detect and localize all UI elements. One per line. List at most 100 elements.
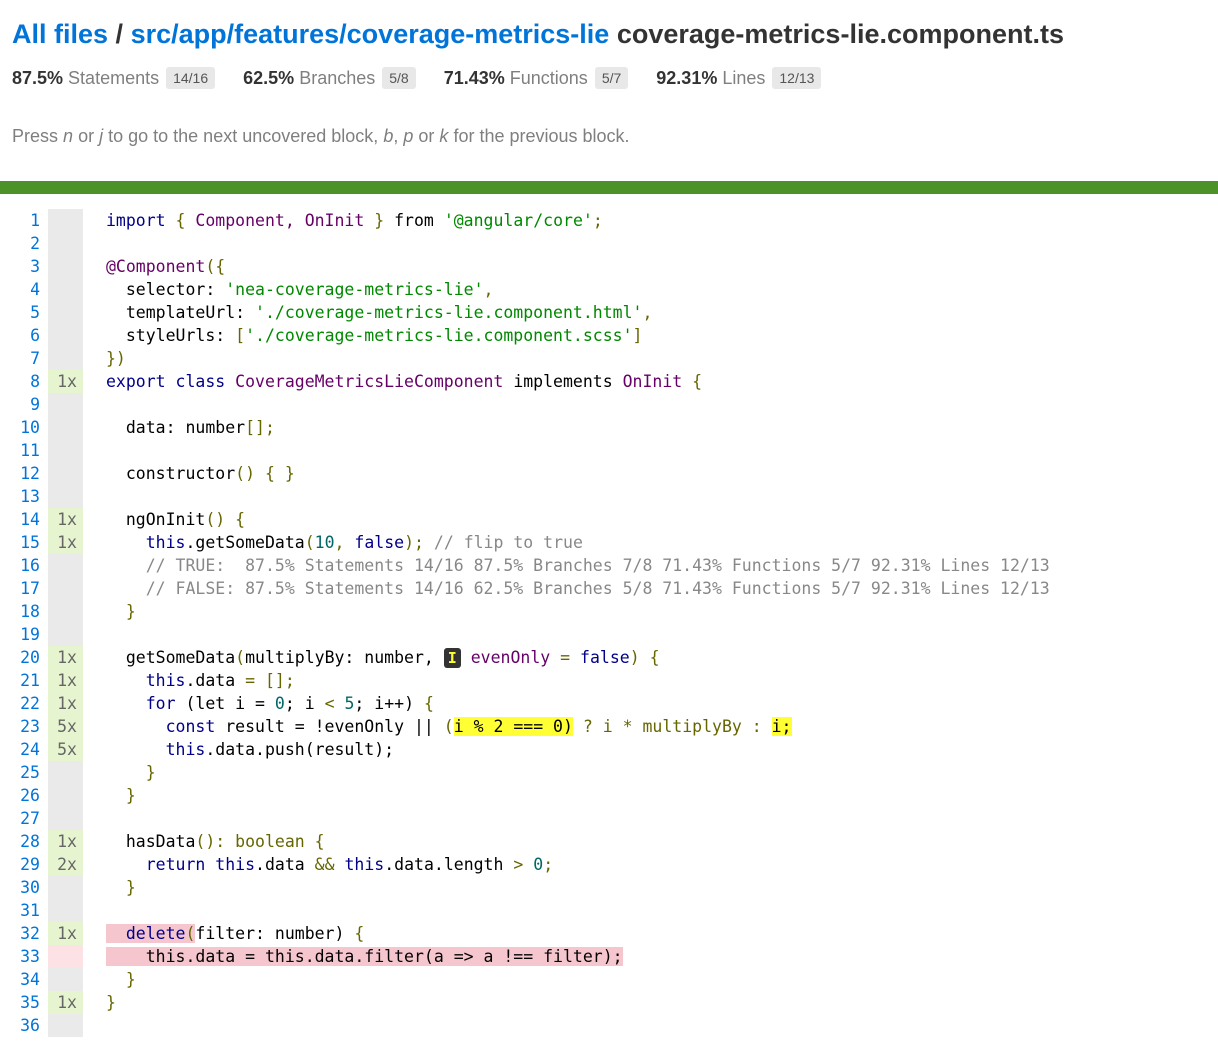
line-number[interactable]: 20 bbox=[0, 646, 48, 669]
code-line: 33 this.data = this.data.filter(a => a !… bbox=[0, 945, 1218, 968]
hit-count bbox=[48, 439, 83, 462]
branch-not-taken-icon: I bbox=[443, 648, 461, 668]
line-number[interactable]: 24 bbox=[0, 738, 48, 761]
line-number[interactable]: 22 bbox=[0, 692, 48, 715]
code-line: 8 1x export class CoverageMetricsLieCompon… bbox=[0, 370, 1218, 393]
all-files-link[interactable]: All files bbox=[12, 19, 108, 49]
line-number[interactable]: 12 bbox=[0, 462, 48, 485]
hit-count: 1x bbox=[48, 830, 83, 853]
line-source: } bbox=[125, 786, 136, 805]
hit-count: 5x bbox=[48, 715, 83, 738]
line-source: constructor() { } bbox=[125, 464, 295, 483]
line-number[interactable]: 9 bbox=[0, 393, 48, 416]
hit-count bbox=[48, 968, 83, 991]
code-line: 32 1x delete(filter: number) { bbox=[0, 922, 1218, 945]
line-source bbox=[83, 232, 106, 255]
line-number[interactable]: 4 bbox=[0, 278, 48, 301]
file-name: coverage-metrics-lie.component.ts bbox=[616, 19, 1064, 49]
branch-uncovered: i % 2 === 0) bbox=[453, 717, 573, 736]
line-number[interactable]: 30 bbox=[0, 876, 48, 899]
line-number[interactable]: 7 bbox=[0, 347, 48, 370]
line-number[interactable]: 17 bbox=[0, 577, 48, 600]
hit-count bbox=[48, 945, 83, 968]
line-number[interactable]: 31 bbox=[0, 899, 48, 922]
metric-label: Functions bbox=[509, 67, 588, 88]
line-number[interactable]: 6 bbox=[0, 324, 48, 347]
line-number[interactable]: 1 bbox=[0, 209, 48, 232]
line-number[interactable]: 5 bbox=[0, 301, 48, 324]
line-number[interactable]: 26 bbox=[0, 784, 48, 807]
keyboard-hint: Press n or j to go to the next uncovered… bbox=[12, 126, 630, 146]
statement-uncovered: this.data = this.data.filter(a => a !== … bbox=[106, 947, 623, 966]
line-source: selector: 'nea-coverage-metrics-lie', bbox=[125, 280, 494, 299]
line-source: } bbox=[125, 878, 136, 897]
code-line: 1 import { Component, OnInit } from '@ang… bbox=[0, 209, 1218, 232]
line-number[interactable]: 8 bbox=[0, 370, 48, 393]
line-number[interactable]: 32 bbox=[0, 922, 48, 945]
metric-pct: 62.5% bbox=[243, 67, 295, 88]
metric-branches: 62.5% Branches 5/8 bbox=[243, 67, 416, 89]
line-number[interactable]: 2 bbox=[0, 232, 48, 255]
hit-count: 1x bbox=[48, 646, 83, 669]
metric-lines: 92.31% Lines 12/13 bbox=[656, 67, 822, 89]
line-source: } bbox=[145, 763, 156, 782]
code-line: 30 } bbox=[0, 876, 1218, 899]
line-source bbox=[83, 1014, 106, 1037]
line-number[interactable]: 11 bbox=[0, 439, 48, 462]
hit-count bbox=[48, 761, 83, 784]
hit-count bbox=[48, 347, 83, 370]
branch-uncovered: i; bbox=[771, 717, 792, 736]
line-number[interactable]: 29 bbox=[0, 853, 48, 876]
line-number[interactable]: 10 bbox=[0, 416, 48, 439]
code-line: 15 1x this.getSomeData(10, false); // fli… bbox=[0, 531, 1218, 554]
hit-count: 1x bbox=[48, 531, 83, 554]
line-source: hasData(): boolean { bbox=[125, 832, 325, 851]
line-source: templateUrl: './coverage-metrics-lie.com… bbox=[125, 303, 653, 322]
code-line: 14 1x ngOnInit() { bbox=[0, 508, 1218, 531]
line-number[interactable]: 19 bbox=[0, 623, 48, 646]
line-source: this.data = []; bbox=[145, 671, 295, 690]
code-line: 21 1x this.data = []; bbox=[0, 669, 1218, 692]
line-source: } bbox=[125, 602, 136, 621]
line-number[interactable]: 15 bbox=[0, 531, 48, 554]
code-line: 23 5x const result = !evenOnly || (i % 2 … bbox=[0, 715, 1218, 738]
folder-link[interactable]: src/app/features/coverage-metrics-lie bbox=[131, 19, 610, 49]
line-number[interactable]: 35 bbox=[0, 991, 48, 1014]
line-source: return this.data && this.data.length > 0… bbox=[145, 855, 554, 874]
line-source: styleUrls: ['./coverage-metrics-lie.comp… bbox=[125, 326, 643, 345]
hit-count bbox=[48, 1014, 83, 1037]
code-line: 17 // FALSE: 87.5% Statements 14/16 62.5… bbox=[0, 577, 1218, 600]
code-line: 20 1x getSomeData(multiplyBy: number, I e… bbox=[0, 646, 1218, 669]
metric-label: Branches bbox=[299, 67, 376, 88]
code-line: 29 2x return this.data && this.data.lengt… bbox=[0, 853, 1218, 876]
metric-fraction: 5/7 bbox=[594, 67, 629, 89]
line-number[interactable]: 36 bbox=[0, 1014, 48, 1037]
line-number[interactable]: 18 bbox=[0, 600, 48, 623]
code-line: 11 bbox=[0, 439, 1218, 462]
line-number[interactable]: 33 bbox=[0, 945, 48, 968]
hit-count: 1x bbox=[48, 922, 83, 945]
metric-pct: 92.31% bbox=[656, 67, 718, 88]
line-number[interactable]: 25 bbox=[0, 761, 48, 784]
line-source bbox=[83, 393, 106, 416]
line-number[interactable]: 3 bbox=[0, 255, 48, 278]
metric-pct: 87.5% bbox=[12, 67, 64, 88]
line-number[interactable]: 28 bbox=[0, 830, 48, 853]
hit-count bbox=[48, 807, 83, 830]
code-line: 34 } bbox=[0, 968, 1218, 991]
line-number[interactable]: 34 bbox=[0, 968, 48, 991]
line-number[interactable]: 21 bbox=[0, 669, 48, 692]
line-number[interactable]: 27 bbox=[0, 807, 48, 830]
line-source: this.getSomeData(10, false); // flip to … bbox=[145, 533, 583, 552]
line-number[interactable]: 16 bbox=[0, 554, 48, 577]
code-line: 7}) bbox=[0, 347, 1218, 370]
line-number[interactable]: 14 bbox=[0, 508, 48, 531]
metric-statements: 87.5% Statements 14/16 bbox=[12, 67, 216, 89]
line-source: import { Component, OnInit } from '@angu… bbox=[106, 211, 603, 230]
line-number[interactable]: 23 bbox=[0, 715, 48, 738]
metric-fraction: 14/16 bbox=[166, 67, 216, 89]
metric-functions: 71.43% Functions 5/7 bbox=[444, 67, 629, 89]
line-number[interactable]: 13 bbox=[0, 485, 48, 508]
hit-count: 1x bbox=[48, 991, 83, 1014]
code-line: 10 data: number[]; bbox=[0, 416, 1218, 439]
